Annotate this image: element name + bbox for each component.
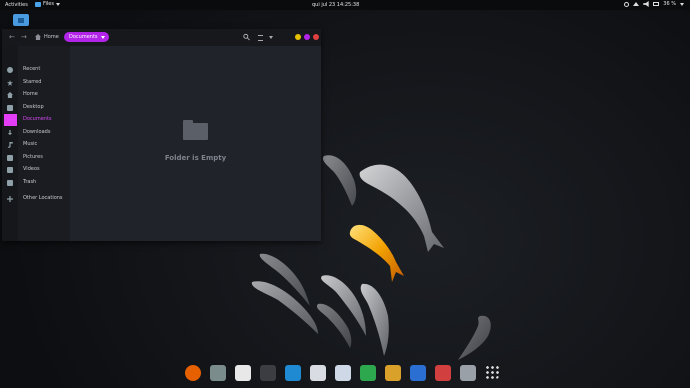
vscode-icon[interactable] bbox=[285, 365, 301, 381]
sidebar-item-label: Downloads bbox=[23, 129, 51, 135]
view-options-chevron-icon[interactable] bbox=[269, 36, 273, 39]
breadcrumb-current-label: Documents bbox=[69, 34, 98, 40]
trash-icon[interactable] bbox=[460, 365, 476, 381]
minimize-button[interactable] bbox=[295, 34, 301, 40]
music-icon bbox=[7, 142, 13, 148]
sidebar-item-documents[interactable]: Documents bbox=[2, 114, 70, 126]
plus-icon bbox=[7, 196, 13, 202]
breadcrumb-home[interactable]: Home bbox=[44, 34, 59, 40]
home-icon bbox=[7, 92, 13, 98]
sidebar-item-label: Home bbox=[23, 91, 38, 97]
picture-icon bbox=[7, 155, 13, 161]
video-icon bbox=[7, 167, 13, 173]
sidebar-item-label: Videos bbox=[23, 166, 40, 172]
boxes-icon[interactable] bbox=[435, 365, 451, 381]
sidebar-item-videos[interactable]: Videos bbox=[2, 164, 70, 176]
sidebar-item-pictures[interactable]: Pictures bbox=[2, 152, 70, 164]
proton-vpn-icon[interactable] bbox=[410, 365, 426, 381]
sidebar-item-trash[interactable]: Trash bbox=[2, 177, 70, 189]
app-grid-icon[interactable] bbox=[485, 365, 499, 379]
search-icon[interactable] bbox=[243, 33, 250, 41]
sidebar-item-home[interactable]: Home bbox=[2, 89, 70, 101]
close-button[interactable] bbox=[313, 34, 319, 40]
maximize-button[interactable] bbox=[304, 34, 310, 40]
sidebar-item-label: Pictures bbox=[23, 154, 43, 160]
firefox-icon[interactable] bbox=[185, 365, 201, 381]
forward-arrow-icon[interactable]: → bbox=[21, 33, 27, 41]
sidebar-item-downloads[interactable]: Downloads bbox=[2, 127, 70, 139]
sidebar-item-label: Trash bbox=[23, 179, 37, 185]
sidebar-item-other-locations[interactable]: Other Locations bbox=[2, 193, 70, 205]
sidebar-item-label: Music bbox=[23, 141, 38, 147]
sidebar-item-label: Recent bbox=[23, 66, 41, 72]
sidebar-item-label: Desktop bbox=[23, 104, 44, 110]
sidebar-item-music[interactable]: Music bbox=[2, 139, 70, 151]
sidebar-item-label: Documents bbox=[23, 116, 52, 122]
software-icon[interactable] bbox=[235, 365, 251, 381]
terminal-icon[interactable] bbox=[260, 365, 276, 381]
desktop-icon bbox=[7, 105, 13, 111]
file-view[interactable]: Folder is Empty bbox=[70, 46, 321, 241]
download-icon bbox=[7, 130, 13, 136]
sidebar-item-label: Starred bbox=[23, 79, 42, 85]
empty-folder-icon bbox=[183, 120, 208, 140]
sidebar-item-starred[interactable]: Starred bbox=[2, 77, 70, 89]
sidebar-item-desktop[interactable]: Desktop bbox=[2, 102, 70, 114]
document-icon bbox=[7, 117, 13, 123]
text-editor-icon[interactable] bbox=[335, 365, 351, 381]
view-list-icon[interactable] bbox=[258, 35, 263, 41]
screenshot-icon[interactable] bbox=[310, 365, 326, 381]
sidebar-item-recent[interactable]: Recent bbox=[2, 64, 70, 76]
empty-state-label: Folder is Empty bbox=[164, 154, 227, 162]
trash-icon bbox=[7, 180, 13, 186]
files-icon[interactable] bbox=[210, 365, 226, 381]
files-window: ← → Home Documents Recent Starred Home Desk… bbox=[2, 29, 321, 241]
sidebar-item-label: Other Locations bbox=[23, 195, 63, 201]
cleaner-icon[interactable] bbox=[385, 365, 401, 381]
breadcrumb-current[interactable]: Documents bbox=[64, 32, 109, 42]
star-icon bbox=[7, 80, 13, 86]
home-icon[interactable] bbox=[35, 34, 41, 40]
clock-icon bbox=[7, 67, 13, 73]
chevron-down-icon bbox=[101, 36, 105, 39]
system-monitor-icon[interactable] bbox=[360, 365, 376, 381]
back-arrow-icon[interactable]: ← bbox=[9, 33, 15, 41]
header-bar: ← → Home Documents bbox=[2, 29, 321, 46]
